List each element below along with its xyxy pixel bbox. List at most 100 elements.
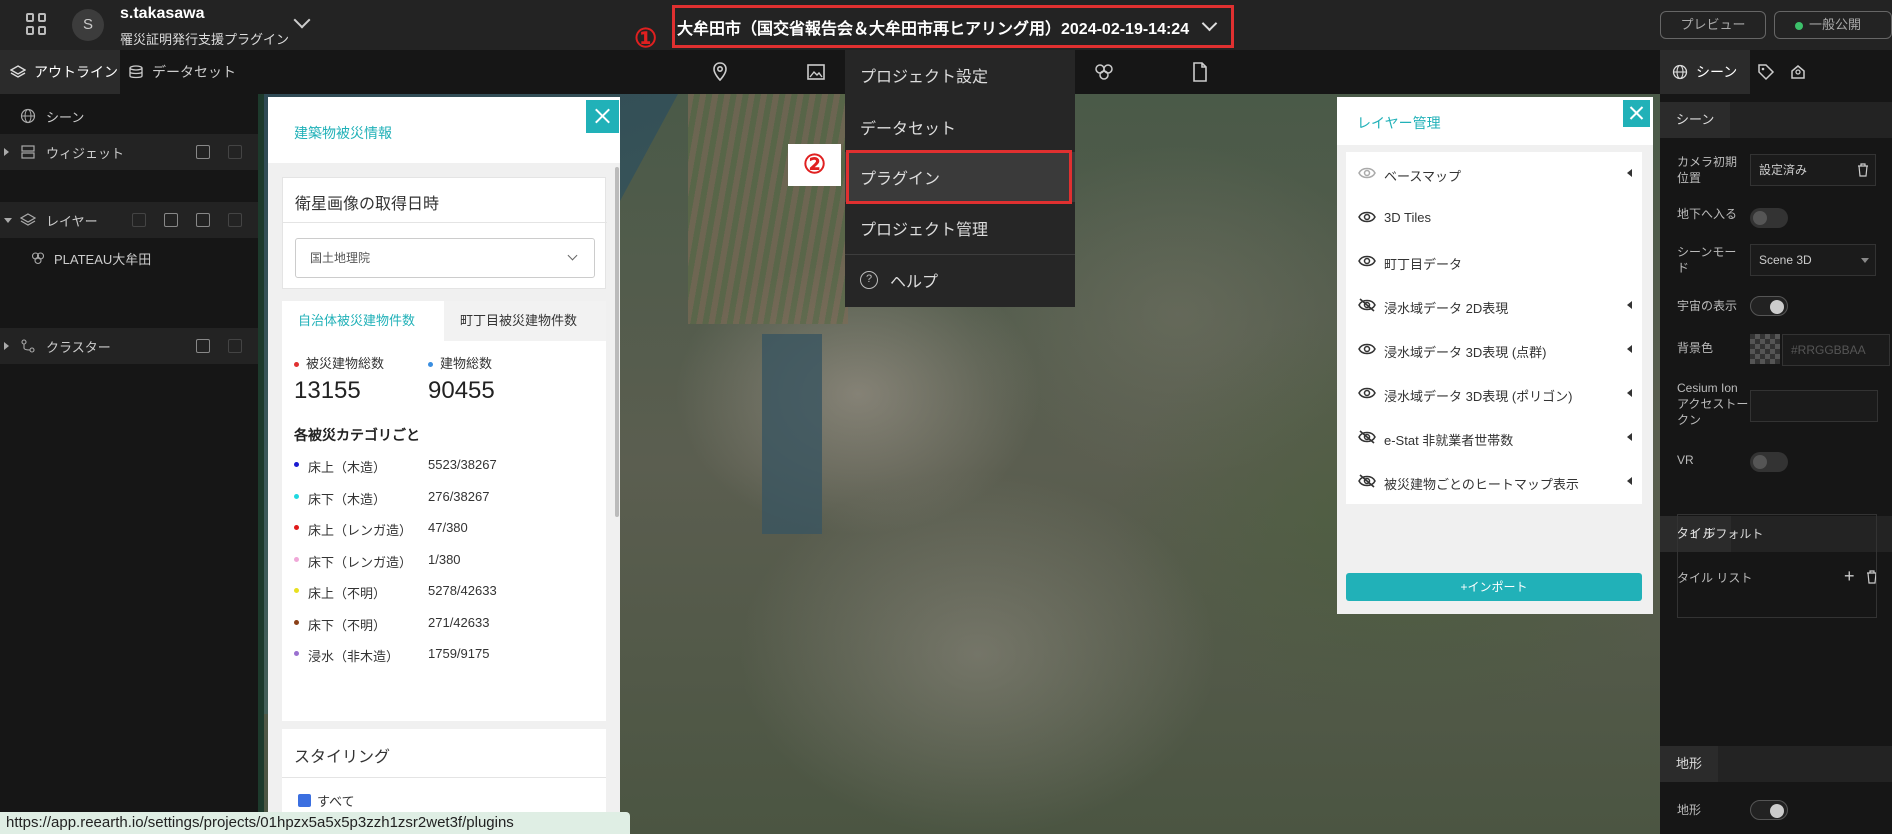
menu-item-project-settings[interactable]: プロジェクト設定 — [845, 50, 1075, 100]
caret-down-icon[interactable] — [4, 217, 12, 223]
cesium-token-input[interactable] — [1750, 390, 1878, 422]
eye-off-icon[interactable] — [1358, 474, 1376, 488]
layer-row[interactable]: ベースマップ — [1346, 152, 1642, 196]
eye-icon[interactable] — [1358, 210, 1376, 224]
publish-label: 一般公開 — [1809, 17, 1862, 32]
expand-icon[interactable] — [1627, 389, 1632, 397]
layer-row[interactable]: e-Stat 非就業者世帯数 — [1346, 416, 1642, 460]
layer-item[interactable]: PLATEAU大牟田 — [0, 240, 258, 276]
layer-row[interactable]: 浸水域データ 2D表現 — [1346, 284, 1642, 328]
map-pin-icon[interactable] — [708, 60, 732, 84]
bg-color-label: 背景色 — [1677, 341, 1714, 355]
tag-icon[interactable] — [1756, 62, 1776, 82]
tab-scene[interactable]: シーン — [1660, 50, 1750, 94]
legend-dot — [294, 462, 299, 467]
camera-field[interactable]: 設定済み — [1750, 154, 1876, 186]
category-row: 床下（レンガ造） 1/380 — [294, 550, 594, 570]
bg-color-swatch[interactable] — [1750, 334, 1780, 364]
tab-dataset[interactable]: データセット — [128, 50, 236, 94]
layer-name: 浸水域データ 3D表現 (ポリゴン) — [1384, 389, 1573, 404]
space-toggle[interactable] — [1750, 296, 1788, 316]
expand-icon[interactable] — [1627, 477, 1632, 485]
eye-icon[interactable] — [1358, 342, 1376, 356]
terrain-label: 地形 — [1677, 803, 1702, 817]
caret-down-icon — [1861, 258, 1869, 263]
cluster-icon — [21, 339, 35, 353]
space-label: 宇宙の表示 — [1677, 299, 1738, 313]
eye-off-icon[interactable] — [1358, 298, 1376, 312]
tab-municipality-count[interactable]: 自治体被災建物件数 — [282, 301, 444, 341]
tab-outline[interactable]: アウトライン — [0, 50, 120, 94]
outline-layers[interactable]: レイヤー — [0, 202, 258, 238]
list-item[interactable]: 1 デフォルト — [1690, 525, 1763, 542]
tab-scene-label: シーン — [1696, 64, 1738, 80]
outline-scene[interactable]: シーン — [0, 98, 258, 134]
menu-item-dataset[interactable]: データセット — [845, 102, 1075, 152]
outline-widgets[interactable]: ウィジェット — [0, 134, 258, 170]
paint-icon[interactable] — [1788, 62, 1808, 82]
close-icon[interactable] — [586, 100, 619, 133]
expand-icon[interactable] — [1627, 301, 1632, 309]
bg-color-input[interactable]: #RRGGBBAA — [1782, 334, 1890, 366]
add-widget-icon[interactable] — [196, 145, 210, 159]
layer-item-label: PLATEAU大牟田 — [54, 251, 152, 267]
eye-icon[interactable] — [1358, 254, 1376, 268]
layer-row[interactable]: 浸水域データ 3D表現 (ポリゴン) — [1346, 372, 1642, 416]
caret-right-icon[interactable] — [4, 342, 9, 350]
apps-grid-icon[interactable] — [26, 13, 48, 35]
layer-row[interactable]: 3D Tiles — [1346, 196, 1642, 240]
close-icon[interactable] — [1623, 100, 1650, 127]
expand-icon[interactable] — [1627, 169, 1632, 177]
caret-right-icon[interactable] — [4, 148, 9, 156]
avatar[interactable]: S — [72, 9, 104, 41]
expand-icon[interactable] — [1627, 433, 1632, 441]
category-row: 浸水（非木造） 1759/9175 — [294, 644, 594, 664]
check-all-label: すべて — [317, 794, 355, 809]
status-url: https://app.reearth.io/settings/projects… — [0, 812, 630, 834]
layer-row[interactable]: 浸水域データ 3D表現 (点群) — [1346, 328, 1642, 372]
eye-icon[interactable] — [1358, 166, 1376, 180]
outline-clusters[interactable]: クラスター — [0, 328, 258, 364]
add-cluster-icon[interactable] — [196, 339, 210, 353]
plugin-cube-icon[interactable] — [1092, 60, 1116, 84]
workspace-chevron-down-icon[interactable] — [293, 11, 311, 29]
outline-scene-label: シーン — [46, 109, 85, 125]
tab-dataset-label: データセット — [152, 64, 236, 80]
category-value: 271/42633 — [428, 614, 490, 630]
project-title-button[interactable]: 大牟田市（国交省報告会＆大牟田市再ヒアリング用）2024-02-19-14:24 — [672, 5, 1234, 48]
add-folder-icon[interactable] — [196, 213, 210, 227]
scrollbar[interactable] — [615, 167, 619, 517]
terrain-toggle[interactable] — [1750, 800, 1788, 820]
legend-dot — [294, 619, 299, 625]
top-header: S s.takasawa 罹災証明発行支援プラグイン 大牟田市（国交省報告会＆大… — [0, 0, 1892, 50]
globe-icon — [1672, 64, 1688, 80]
eye-icon[interactable] — [1358, 386, 1376, 400]
layer-row[interactable]: 被災建物ごとのヒートマップ表示 — [1346, 460, 1642, 504]
stat-total-value: 90455 — [428, 377, 495, 404]
trash-icon[interactable] — [1857, 163, 1869, 177]
capture-date-title: 衛星画像の取得日時 — [295, 196, 440, 213]
preview-button[interactable]: プレビュー — [1660, 11, 1766, 39]
stat-total-label: 建物総数 — [428, 353, 492, 372]
menu-item-project-management[interactable]: プロジェクト管理 — [845, 203, 1075, 253]
tab-district-count[interactable]: 町丁目被災建物件数 — [444, 301, 606, 341]
vr-toggle[interactable] — [1750, 452, 1788, 472]
checkbox[interactable] — [298, 794, 311, 807]
expand-icon[interactable] — [1627, 345, 1632, 353]
check-all-row[interactable]: すべて — [298, 791, 355, 810]
category-heading: 各被災カテゴリごと — [294, 427, 420, 443]
damage-stats-card: 自治体被災建物件数 町丁目被災建物件数 被災建物総数 13155 建物総数 90… — [282, 301, 606, 721]
add-layer-group-icon[interactable] — [164, 213, 178, 227]
scene-mode-select[interactable]: Scene 3D — [1750, 244, 1876, 276]
eye-off-icon[interactable] — [1358, 430, 1376, 444]
image-icon[interactable] — [804, 60, 828, 84]
document-icon[interactable] — [1188, 60, 1212, 84]
user-name: s.takasawa — [120, 5, 205, 22]
source-select[interactable]: 国土地理院 — [295, 238, 595, 278]
import-button[interactable]: +インポート — [1346, 573, 1642, 601]
underground-toggle[interactable] — [1750, 208, 1788, 228]
section-terrain-title: 地形 — [1660, 746, 1719, 782]
menu-item-help[interactable]: ? ヘルプ — [845, 255, 1075, 305]
layer-row[interactable]: 町丁目データ — [1346, 240, 1642, 284]
publish-button[interactable]: 一般公開 — [1774, 11, 1892, 39]
